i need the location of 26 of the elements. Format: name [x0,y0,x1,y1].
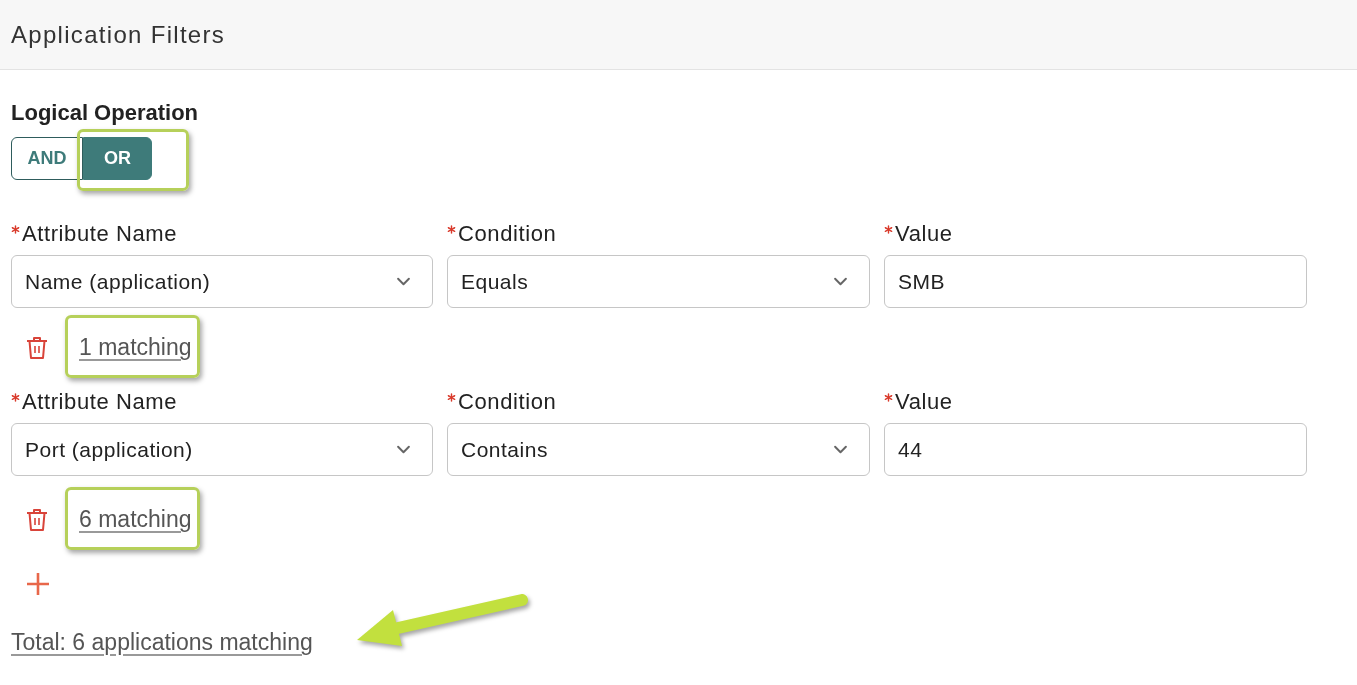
trash-icon[interactable] [26,335,48,360]
select-dropdown[interactable]: Port (application) [11,423,433,476]
operation-toggle[interactable]: AND [11,137,83,180]
add-filter-plus-icon[interactable] [26,572,50,596]
field-label: Condition [458,390,557,414]
match-count-link[interactable]: 6 matching [79,502,192,537]
match-count-link[interactable]: 1 matching [79,330,192,365]
page-title: Application Filters [11,19,226,50]
value-input[interactable]: 44 [884,423,1307,476]
field-label: Condition [458,222,557,246]
total-matching-link[interactable]: Total: 6 applications matching [11,629,313,655]
select-dropdown[interactable]: Name (application) [11,255,433,308]
field-label: Attribute Name [22,390,178,414]
chevron-down-icon[interactable] [833,445,848,454]
trash-icon[interactable] [26,507,48,532]
chevron-down-icon[interactable] [396,277,411,286]
field-label: Value [895,222,953,246]
field-label: Attribute Name [22,222,178,246]
chevron-down-icon[interactable] [396,445,411,454]
select-dropdown[interactable]: Contains [447,423,870,476]
select-dropdown[interactable]: Equals [447,255,870,308]
value-input[interactable]: SMB [884,255,1307,308]
section-label: Logical Operation [11,101,199,125]
chevron-down-icon[interactable] [833,277,848,286]
field-label: Value [895,390,953,414]
operation-toggle[interactable]: OR [83,137,152,180]
